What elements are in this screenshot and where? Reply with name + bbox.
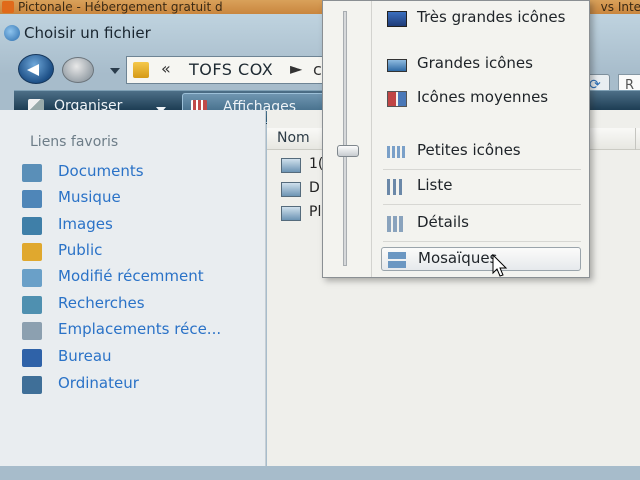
favorite-public[interactable]: Public: [22, 241, 262, 263]
favorite-label: Bureau: [58, 347, 112, 365]
pictures-icon: [22, 217, 42, 235]
column-header-label: Nom: [277, 130, 310, 146]
favorite-label: Modifié récemment: [58, 267, 204, 285]
favorite-searches[interactable]: Recherches: [22, 294, 262, 316]
music-icon: [22, 190, 42, 208]
menu-item-large-icons[interactable]: Grandes icônes: [381, 53, 581, 77]
list-view-icon: [387, 179, 403, 195]
favorite-label: Public: [58, 241, 103, 259]
menu-item-label: Liste: [417, 176, 453, 194]
favorite-desktop[interactable]: Bureau: [22, 347, 262, 369]
favorite-label: Images: [58, 215, 113, 233]
menu-vertical-divider: [371, 1, 372, 277]
file-name: D: [309, 180, 320, 196]
searches-icon: [22, 296, 42, 314]
view-size-slider-thumb[interactable]: [337, 145, 359, 157]
mouse-cursor-icon: [492, 254, 508, 277]
menu-item-label: Grandes icônes: [417, 54, 533, 72]
small-icons-icon: [387, 146, 407, 158]
menu-item-medium-icons[interactable]: Icônes moyennes: [381, 87, 581, 111]
breadcrumb-arrow-icon[interactable]: ►: [290, 59, 302, 78]
image-file-icon: [281, 182, 301, 197]
menu-item-details[interactable]: Détails: [381, 212, 581, 236]
favorite-music[interactable]: Musique: [22, 188, 262, 210]
forward-button[interactable]: [62, 57, 94, 83]
favorite-recently-modified[interactable]: Modifié récemment: [22, 267, 262, 289]
menu-item-label: Très grandes icônes: [417, 8, 566, 26]
recent-places-icon: [22, 322, 42, 340]
menu-item-list[interactable]: Liste: [381, 175, 581, 199]
menu-item-label: Détails: [417, 213, 470, 231]
back-button[interactable]: [18, 54, 54, 84]
favorite-computer[interactable]: Ordinateur: [22, 374, 262, 396]
favorite-label: Recherches: [58, 294, 145, 312]
browser-favicon-icon: [2, 1, 14, 13]
documents-icon: [22, 164, 42, 182]
tiles-view-icon: [388, 252, 406, 268]
menu-item-extra-large-icons[interactable]: Très grandes icônes: [381, 7, 581, 31]
browser-title: Pictonale - Hébergement gratuit d: [18, 0, 223, 14]
menu-item-label: Petites icônes: [417, 141, 521, 159]
recent-pages-dropdown[interactable]: [110, 68, 120, 74]
extra-large-icons-icon: [387, 11, 407, 27]
favorite-label: Emplacements réce...: [58, 320, 222, 338]
image-file-icon: [281, 206, 301, 221]
favorite-images[interactable]: Images: [22, 215, 262, 237]
menu-separator: [383, 204, 581, 205]
column-divider[interactable]: [635, 128, 636, 150]
menu-item-tiles[interactable]: Mosaïques: [381, 247, 581, 271]
menu-item-label: Mosaïques: [418, 249, 498, 267]
folder-icon: [133, 62, 149, 78]
menu-separator: [383, 241, 581, 242]
browser-title-right: vs Inter: [600, 0, 640, 14]
views-dropdown-menu: Très grandes icônes Grandes icônes Icône…: [322, 0, 590, 278]
address-bar[interactable]: « TOFS COX ► c: [126, 56, 331, 84]
favorite-links-title: Liens favoris: [30, 134, 119, 150]
image-file-icon: [281, 158, 301, 173]
favorite-recent-places[interactable]: Emplacements réce...: [22, 320, 262, 342]
medium-icons-icon: [387, 91, 407, 107]
favorite-label: Ordinateur: [58, 374, 139, 392]
menu-item-small-icons[interactable]: Petites icônes: [381, 140, 581, 164]
recent-icon: [22, 269, 42, 287]
menu-item-label: Icônes moyennes: [417, 88, 549, 106]
breadcrumb-tofs-cox[interactable]: TOFS COX: [189, 60, 273, 79]
favorite-label: Musique: [58, 188, 121, 206]
large-icons-icon: [387, 59, 407, 72]
menu-separator: [383, 169, 581, 170]
dialog-title: Choisir un fichier: [24, 24, 151, 42]
public-folder-icon: [22, 243, 42, 261]
favorite-links-pane: Liens favoris Documents Musique Images P…: [0, 110, 266, 466]
view-size-slider-track[interactable]: [343, 11, 347, 266]
favorite-label: Documents: [58, 162, 144, 180]
desktop-icon: [22, 349, 42, 367]
dialog-app-icon: [4, 25, 20, 41]
favorite-documents[interactable]: Documents: [22, 162, 262, 184]
address-overflow-chevron[interactable]: «: [161, 59, 171, 78]
details-view-icon: [387, 216, 403, 232]
file-name: Pl: [309, 204, 322, 220]
breadcrumb-next[interactable]: c: [313, 60, 322, 79]
computer-icon: [22, 376, 42, 394]
